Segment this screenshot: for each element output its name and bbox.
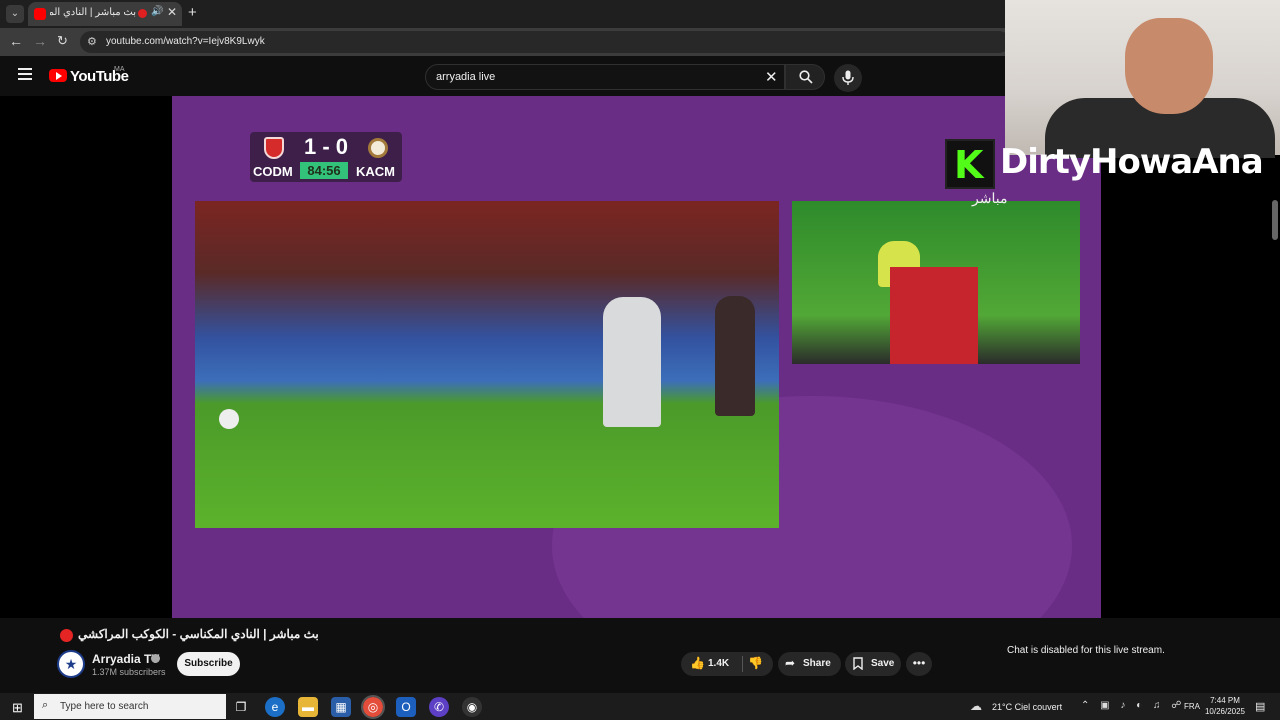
kick-letter: K bbox=[954, 143, 984, 187]
url-text: youtube.com/watch?v=Iejv8K9Lwyk bbox=[106, 36, 265, 47]
browser-toolbar: ← → ↻ ⚙ youtube.com/watch?v=Iejv8K9Lwyk bbox=[0, 28, 1010, 56]
search-button[interactable] bbox=[785, 64, 825, 90]
search-input[interactable]: arryadia live ✕ bbox=[425, 64, 785, 90]
obs-studio-icon[interactable]: ◉ bbox=[462, 697, 482, 717]
var-camera-feed bbox=[792, 201, 1080, 364]
taskbar-search-placeholder: Type here to search bbox=[60, 701, 149, 712]
divider bbox=[742, 656, 743, 672]
new-tab-icon[interactable]: + bbox=[188, 4, 197, 21]
tab-audio-icon[interactable]: 🔊 bbox=[151, 6, 163, 17]
video-title: بث مباشر | النادي المكناسي - الكوكب المر… bbox=[78, 627, 319, 641]
region-code: MA bbox=[114, 66, 125, 73]
outlook-icon[interactable]: O bbox=[396, 697, 416, 717]
live-label-arabic: مباشر bbox=[972, 190, 1008, 206]
thumbs-down-icon[interactable]: 👎 bbox=[748, 656, 763, 670]
like-count[interactable]: 1.4K bbox=[708, 658, 729, 669]
browser-tab-strip: ⌄ بث مباشر | النادي المكناسي - الكوكب ال… bbox=[0, 0, 1010, 28]
clock-time[interactable]: 7:44 PM bbox=[1203, 696, 1247, 705]
windows-taskbar: ⊞ ⌕ Type here to search ❐ e ▬ ▦ ◎ O ✆ ◉ … bbox=[0, 693, 1280, 720]
browser-tab[interactable]: بث مباشر | النادي المكناسي - الكوكب المر… bbox=[28, 2, 182, 26]
youtube-logo-icon[interactable] bbox=[49, 69, 67, 82]
live-indicator-icon bbox=[60, 629, 73, 642]
notification-center-icon[interactable]: ▤ bbox=[1255, 700, 1265, 713]
back-arrow-icon[interactable]: ← bbox=[9, 33, 23, 49]
thumbs-up-icon[interactable]: 👍 bbox=[690, 656, 705, 670]
subscribe-button[interactable]: Subscribe bbox=[177, 652, 240, 676]
microphone-icon bbox=[842, 70, 854, 85]
share-arrow-icon: ➦ bbox=[785, 656, 796, 670]
weather-text[interactable]: 21°C Ciel couvert bbox=[992, 702, 1062, 712]
streamer-webcam bbox=[1005, 0, 1280, 158]
search-icon: ⌕ bbox=[42, 699, 49, 711]
youtube-favicon-icon bbox=[34, 8, 46, 20]
search-icon bbox=[799, 70, 813, 84]
voice-search-button[interactable] bbox=[834, 64, 862, 92]
page-scrollbar[interactable] bbox=[1272, 200, 1278, 240]
home-team-crest-icon bbox=[264, 137, 284, 159]
task-view-icon[interactable]: ❐ bbox=[231, 697, 251, 717]
share-button[interactable]: ➦ Share bbox=[778, 652, 841, 676]
tab-title: بث مباشر | النادي المكناسي - الكوكب المر… bbox=[50, 7, 136, 18]
search-query-text: arryadia live bbox=[436, 71, 496, 83]
hamburger-menu-icon[interactable] bbox=[18, 68, 32, 83]
system-tray-icons[interactable]: ⌃ ▣ ♪ ◐ ♫ ☍ bbox=[1081, 700, 1185, 711]
away-team-abbr: KACM bbox=[356, 164, 395, 179]
verified-badge-icon bbox=[151, 654, 160, 663]
microsoft-store-icon[interactable]: ▦ bbox=[331, 697, 351, 717]
away-team-crest-icon bbox=[368, 138, 388, 158]
windows-start-icon[interactable]: ⊞ bbox=[12, 700, 23, 716]
address-bar[interactable]: ⚙ youtube.com/watch?v=Iejv8K9Lwyk bbox=[80, 31, 1010, 53]
forward-arrow-icon[interactable]: → bbox=[33, 33, 47, 49]
save-label: Save bbox=[871, 658, 895, 669]
messenger-icon[interactable]: ✆ bbox=[429, 697, 449, 717]
weather-cloud-icon[interactable]: ☁ bbox=[970, 699, 982, 713]
chrome-browser-icon[interactable]: ◎ bbox=[361, 695, 385, 719]
player-figure bbox=[715, 296, 755, 416]
channel-avatar[interactable]: ★ bbox=[57, 650, 85, 678]
match-clock: 84:56 bbox=[300, 162, 348, 179]
save-button[interactable]: Save bbox=[845, 652, 901, 676]
file-explorer-icon[interactable]: ▬ bbox=[298, 697, 318, 717]
youtube-header: YouTube MA arryadia live ✕ bbox=[0, 56, 1010, 96]
tab-search-icon[interactable]: ⌄ bbox=[6, 5, 24, 23]
home-team-abbr: CODM bbox=[253, 164, 293, 179]
streamer-channel-name: DirtyHowaAna bbox=[1000, 142, 1264, 182]
reload-icon[interactable]: ↻ bbox=[57, 33, 68, 49]
taskbar-search-box[interactable]: ⌕ Type here to search bbox=[34, 694, 226, 719]
more-actions-icon[interactable]: ••• bbox=[906, 652, 932, 676]
score: 1 - 0 bbox=[303, 134, 349, 159]
streamer-face bbox=[1125, 18, 1213, 114]
recording-indicator-icon bbox=[138, 9, 147, 18]
bookmark-icon bbox=[853, 657, 863, 670]
kick-logo-icon: K bbox=[945, 139, 995, 189]
tab-close-icon[interactable]: ✕ bbox=[167, 5, 177, 19]
channel-name[interactable]: Arryadia TV bbox=[92, 652, 159, 666]
player-figure bbox=[603, 297, 661, 427]
main-camera-feed bbox=[195, 201, 779, 528]
clear-search-icon[interactable]: ✕ bbox=[765, 68, 778, 86]
football bbox=[219, 409, 239, 429]
chat-disabled-message: Chat is disabled for this live stream. bbox=[1007, 645, 1165, 656]
scoreboard: 1 - 0 CODM 84:56 KACM bbox=[250, 132, 402, 182]
var-monitor bbox=[890, 267, 978, 364]
edge-browser-icon[interactable]: e bbox=[265, 697, 285, 717]
share-label: Share bbox=[803, 658, 831, 669]
subscriber-count: 1.37M subscribers bbox=[92, 667, 166, 677]
input-language[interactable]: FRA bbox=[1184, 702, 1200, 711]
clock-date[interactable]: 10/26/2025 bbox=[1203, 707, 1247, 716]
site-info-icon[interactable]: ⚙ bbox=[87, 35, 97, 48]
like-dislike-group: 👍 1.4K 👎 bbox=[681, 652, 773, 676]
